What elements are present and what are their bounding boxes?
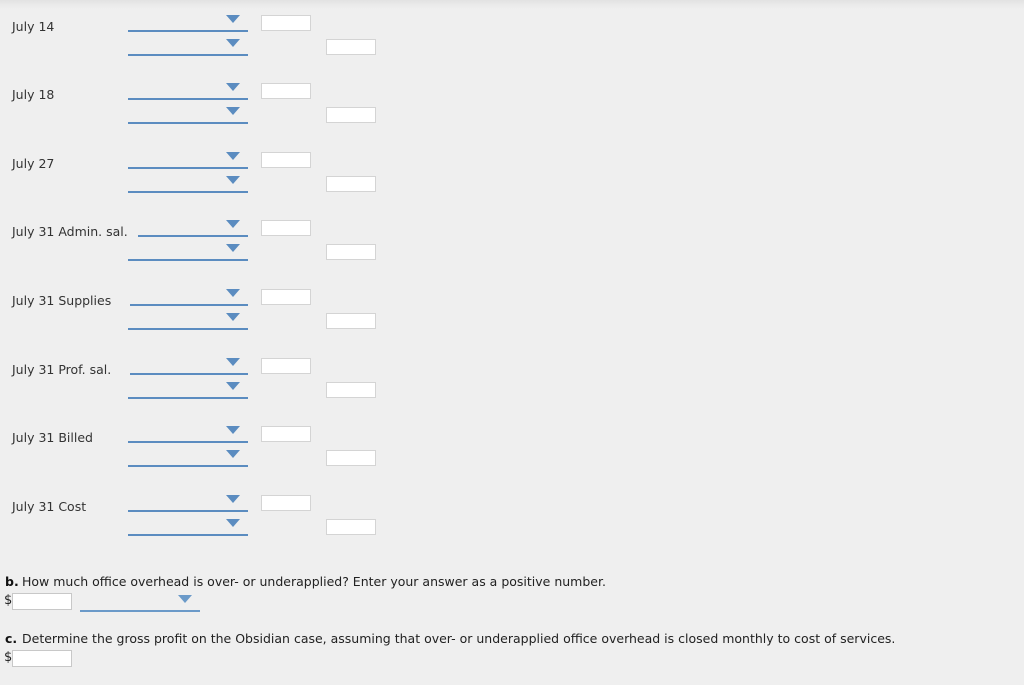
journal-entry-debit-account-select[interactable] bbox=[128, 14, 248, 32]
chevron-down-icon bbox=[226, 450, 240, 458]
journal-entry-debit-amount-input[interactable] bbox=[261, 289, 311, 305]
chevron-down-icon bbox=[178, 595, 192, 603]
journal-entry-debit-account-select[interactable] bbox=[128, 82, 248, 100]
journal-entry-credit-amount-input[interactable] bbox=[326, 39, 376, 55]
journal-entry-debit-amount-input[interactable] bbox=[261, 83, 311, 99]
journal-entry-debit-account-select[interactable] bbox=[128, 425, 248, 443]
journal-entry-debit-amount-input[interactable] bbox=[261, 152, 311, 168]
journal-entry-debit-amount-input[interactable] bbox=[261, 358, 311, 374]
chevron-down-icon bbox=[226, 152, 240, 160]
journal-entry-credit-account-select[interactable] bbox=[128, 518, 248, 536]
chevron-down-icon bbox=[226, 313, 240, 321]
journal-entry-debit-account-select[interactable] bbox=[128, 494, 248, 512]
journal-entry-date-label: July 27 bbox=[12, 156, 55, 171]
journal-entry-credit-account-select[interactable] bbox=[128, 175, 248, 193]
chevron-down-icon bbox=[226, 426, 240, 434]
journal-entry-debit-account-select[interactable] bbox=[138, 219, 248, 237]
journal-entry-credit-amount-input[interactable] bbox=[326, 519, 376, 535]
chevron-down-icon bbox=[226, 289, 240, 297]
journal-entry-row: July 18 bbox=[0, 82, 1024, 151]
chevron-down-icon bbox=[226, 244, 240, 252]
chevron-down-icon bbox=[226, 39, 240, 47]
journal-entry-credit-amount-input[interactable] bbox=[326, 313, 376, 329]
journal-entry-credit-amount-input[interactable] bbox=[326, 382, 376, 398]
chevron-down-icon bbox=[226, 220, 240, 228]
question-b-text: How much office overhead is over- or und… bbox=[22, 574, 606, 589]
journal-entry-debit-amount-input[interactable] bbox=[261, 495, 311, 511]
journal-entry-date-label: July 14 bbox=[12, 19, 55, 34]
journal-entry-debit-account-select[interactable] bbox=[128, 151, 248, 169]
journal-entry-row: July 31 Prof. sal. bbox=[0, 357, 1024, 426]
journal-entry-date-label: July 31 Supplies bbox=[12, 293, 112, 308]
journal-entry-row: July 31 Billed bbox=[0, 425, 1024, 494]
chevron-down-icon bbox=[226, 107, 240, 115]
journal-entry-debit-amount-input[interactable] bbox=[261, 15, 311, 31]
chevron-down-icon bbox=[226, 495, 240, 503]
question-c-answer-input[interactable] bbox=[12, 650, 72, 667]
journal-entry-credit-amount-input[interactable] bbox=[326, 244, 376, 260]
journal-entry-credit-amount-input[interactable] bbox=[326, 107, 376, 123]
question-b-answer-input[interactable] bbox=[12, 593, 72, 610]
journal-entry-credit-account-select[interactable] bbox=[128, 243, 248, 261]
journal-entry-credit-amount-input[interactable] bbox=[326, 176, 376, 192]
question-b-marker: b. bbox=[5, 574, 19, 589]
journal-entry-credit-account-select[interactable] bbox=[128, 106, 248, 124]
journal-entry-date-label: July 18 bbox=[12, 87, 55, 102]
journal-entry-credit-account-select[interactable] bbox=[128, 312, 248, 330]
journal-entry-date-label: July 31 Prof. sal. bbox=[12, 362, 112, 377]
journal-entry-date-label: July 31 Admin. sal. bbox=[12, 224, 128, 239]
chevron-down-icon bbox=[226, 519, 240, 527]
journal-entry-credit-account-select[interactable] bbox=[128, 449, 248, 467]
journal-entry-date-label: July 31 Billed bbox=[12, 430, 93, 445]
journal-entry-row: July 31 Cost bbox=[0, 494, 1024, 563]
page-top-gradient bbox=[0, 0, 1024, 9]
chevron-down-icon bbox=[226, 83, 240, 91]
question-b-select[interactable] bbox=[80, 593, 200, 612]
journal-entry-debit-account-select[interactable] bbox=[130, 288, 248, 306]
journal-entry-row: July 27 bbox=[0, 151, 1024, 220]
chevron-down-icon bbox=[226, 358, 240, 366]
journal-entry-credit-account-select[interactable] bbox=[128, 381, 248, 399]
journal-entry-row: July 31 Admin. sal. bbox=[0, 219, 1024, 288]
question-c-text: Determine the gross profit on the Obsidi… bbox=[22, 631, 896, 646]
question-c-marker: c. bbox=[5, 631, 18, 646]
journal-entry-credit-account-select[interactable] bbox=[128, 38, 248, 56]
journal-entry-row: July 31 Supplies bbox=[0, 288, 1024, 357]
chevron-down-icon bbox=[226, 382, 240, 390]
journal-entry-date-label: July 31 Cost bbox=[12, 499, 87, 514]
journal-entry-debit-account-select[interactable] bbox=[130, 357, 248, 375]
journal-entry-row: July 14 bbox=[0, 14, 1024, 83]
journal-entry-debit-amount-input[interactable] bbox=[261, 426, 311, 442]
journal-entry-credit-amount-input[interactable] bbox=[326, 450, 376, 466]
chevron-down-icon bbox=[226, 15, 240, 23]
chevron-down-icon bbox=[226, 176, 240, 184]
journal-entry-debit-amount-input[interactable] bbox=[261, 220, 311, 236]
